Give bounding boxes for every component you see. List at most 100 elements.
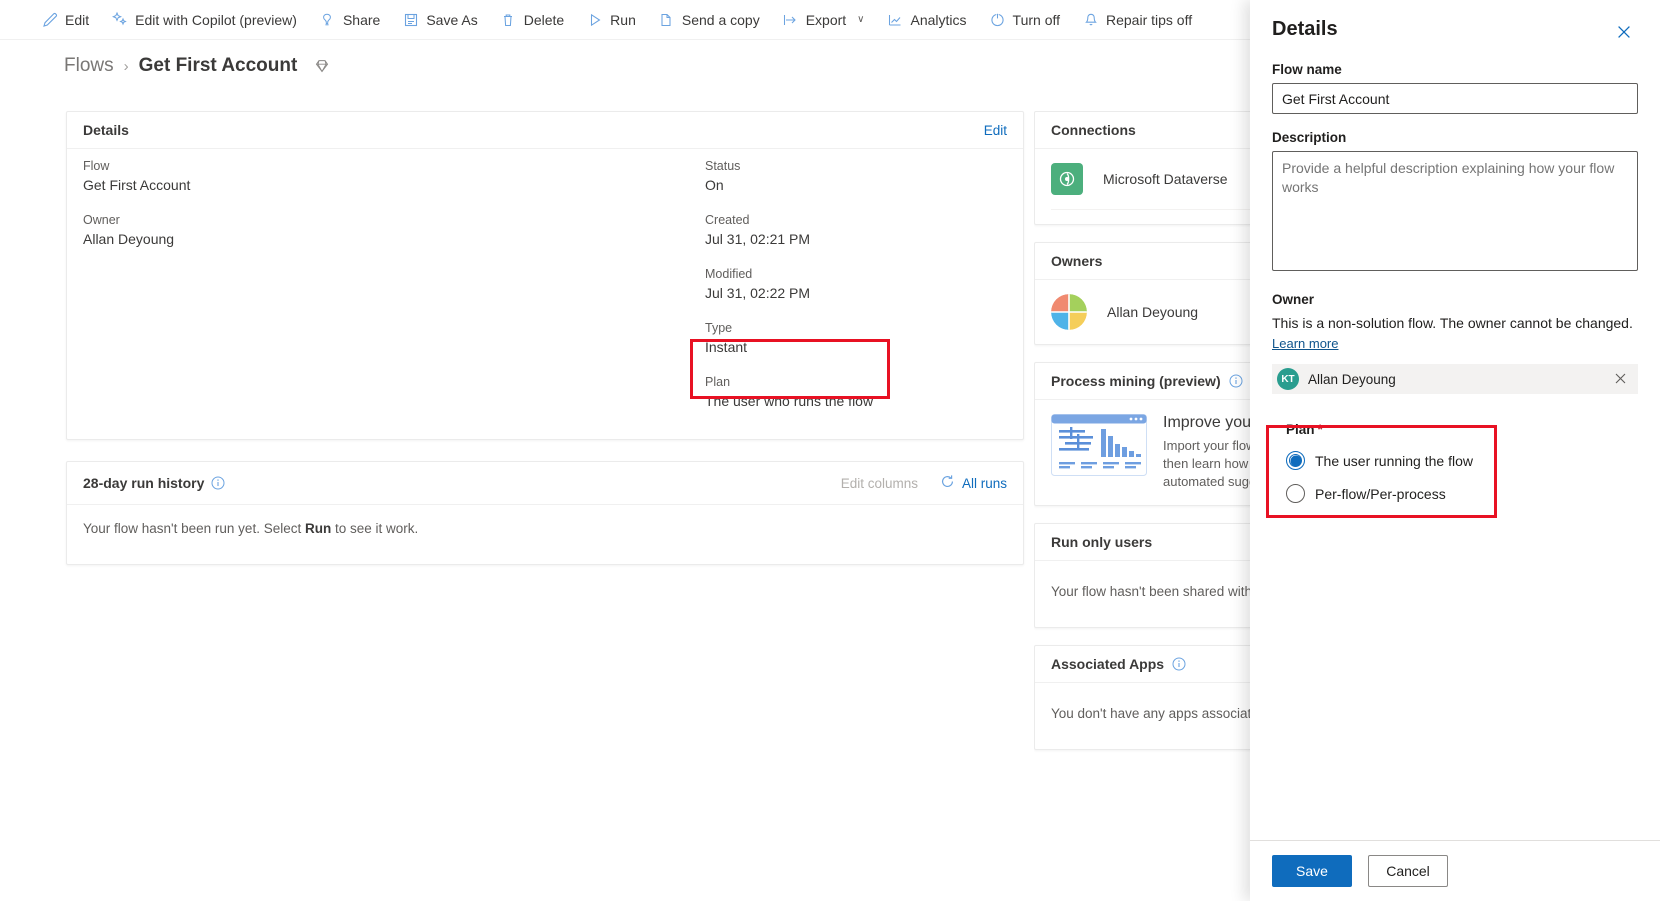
info-icon[interactable]: [1172, 657, 1186, 671]
details-field-created-label: Created: [705, 213, 750, 227]
details-field-flow: Flow Get First Account: [83, 159, 623, 193]
connection-row[interactable]: Microsoft Dataverse: [1051, 163, 1252, 210]
all-runs-label: All runs: [961, 475, 1007, 491]
dataverse-icon: [1051, 163, 1083, 195]
connections-card-body: Microsoft Dataverse: [1035, 149, 1252, 224]
toolbar-analytics-button[interactable]: Analytics: [876, 0, 978, 40]
copilot-icon: [111, 11, 128, 28]
info-icon[interactable]: [1229, 374, 1243, 388]
connections-card-title: Connections: [1051, 122, 1136, 138]
breadcrumb-separator: ›: [123, 57, 129, 75]
toolbar-share-button[interactable]: Share: [308, 0, 391, 40]
details-right-column: Status On Created Jul 31, 02:21 PM Modif…: [705, 159, 1005, 429]
details-field-type-label: Type: [705, 321, 733, 335]
play-icon: [586, 11, 603, 28]
run-only-users-card-title: Run only users: [1051, 534, 1153, 550]
details-field-status: Status On: [705, 159, 1005, 193]
toolbar-save-as-button[interactable]: Save As: [391, 0, 488, 40]
details-field-owner-label: Owner: [83, 213, 120, 227]
copy-icon: [658, 11, 675, 28]
run-history-actions: Edit columns All runs: [841, 474, 1007, 492]
plan-group: Plan * The user running the flow Per-flow…: [1272, 410, 1638, 517]
save-button[interactable]: Save: [1272, 855, 1352, 887]
toolbar-share-label: Share: [342, 11, 381, 28]
toolbar-turn-off-button[interactable]: Turn off: [978, 0, 1071, 40]
details-field-created-value: Jul 31, 02:21 PM: [705, 231, 811, 247]
plan-option-user-running[interactable]: The user running the flow: [1286, 451, 1624, 470]
toolbar-edit-button[interactable]: Edit: [30, 0, 100, 40]
toolbar-save-as-label: Save As: [426, 11, 478, 28]
owners-card-body: Allan Deyoung: [1035, 280, 1252, 344]
side-cards-column: Connections Microsoft Dataverse Owners A…: [1034, 111, 1252, 791]
owner-name: Allan Deyoung: [1107, 304, 1199, 320]
connection-name: Microsoft Dataverse: [1103, 171, 1228, 187]
owners-card: Owners Allan Deyoung: [1034, 242, 1252, 345]
share-icon: [319, 11, 336, 28]
process-mining-description: Import your flow into a process, then le…: [1163, 438, 1252, 489]
associated-apps-card-title: Associated Apps: [1051, 656, 1165, 672]
run-only-users-empty-text: Your flow hasn't been shared with anyone…: [1051, 584, 1252, 599]
cancel-button[interactable]: Cancel: [1368, 855, 1448, 887]
learn-more-link[interactable]: Learn more: [1272, 336, 1338, 351]
connections-card: Connections Microsoft Dataverse: [1034, 111, 1252, 225]
run-history-empty-state: Your flow hasn't been run yet. Select Ru…: [67, 505, 1023, 552]
page-root: Edit Edit with Copilot (preview) Share S…: [0, 0, 1660, 901]
toolbar-delete-button[interactable]: Delete: [489, 0, 575, 40]
run-history-header: 28-day run history Edit columns All runs: [67, 462, 1023, 505]
associated-apps-card: Associated Apps You don't have any apps …: [1034, 645, 1252, 750]
radio-unselected-icon[interactable]: [1286, 484, 1305, 503]
breadcrumb-flows-link[interactable]: Flows: [64, 55, 114, 77]
run-only-users-card-body: Your flow hasn't been shared with anyone…: [1035, 561, 1252, 627]
associated-apps-card-body: You don't have any apps associated.: [1035, 683, 1252, 749]
plan-required-marker: *: [1317, 422, 1323, 437]
connections-card-header: Connections: [1035, 112, 1252, 149]
flyout-header: Details: [1250, 0, 1660, 46]
toolbar-turn-off-label: Turn off: [1012, 11, 1060, 28]
page-title: Get First Account: [138, 55, 298, 76]
close-icon[interactable]: [1610, 18, 1638, 46]
toolbar-repair-tips-button[interactable]: Repair tips off: [1071, 0, 1203, 40]
info-icon[interactable]: [211, 476, 225, 490]
toolbar-export-button[interactable]: Export ∨: [771, 0, 876, 40]
associated-apps-empty-text: You don't have any apps associated.: [1051, 706, 1252, 721]
edit-columns-button[interactable]: Edit columns: [841, 476, 918, 491]
details-edit-link[interactable]: Edit: [984, 123, 1007, 138]
description-textarea[interactable]: [1272, 151, 1638, 271]
owners-card-title: Owners: [1051, 253, 1103, 269]
toolbar-edit-label: Edit: [65, 11, 90, 28]
owner-row[interactable]: Allan Deyoung: [1051, 294, 1252, 330]
details-field-owner: Owner Allan Deyoung: [83, 213, 623, 247]
toolbar-analytics-label: Analytics: [910, 11, 967, 28]
flyout-footer: Save Cancel: [1250, 840, 1660, 901]
toolbar-run-button[interactable]: Run: [575, 0, 647, 40]
radio-selected-icon[interactable]: [1286, 451, 1305, 470]
details-card-title: Details: [83, 122, 129, 138]
associated-apps-card-header: Associated Apps: [1035, 646, 1252, 683]
toolbar-repair-tips-label: Repair tips off: [1106, 11, 1193, 28]
plan-option-per-flow[interactable]: Per-flow/Per-process: [1286, 484, 1624, 503]
run-history-empty-prefix: Your flow hasn't been run yet. Select: [83, 521, 305, 536]
plan-option-user-running-label: The user running the flow: [1315, 452, 1473, 469]
persona-name: Allan Deyoung: [1308, 371, 1396, 387]
persona-avatar: KT: [1277, 368, 1299, 390]
toolbar-send-a-copy-button[interactable]: Send a copy: [647, 0, 771, 40]
details-flyout-panel: Details Flow name Description Owner This…: [1250, 0, 1660, 901]
all-runs-button[interactable]: All runs: [940, 474, 1007, 492]
plan-label-text: Plan: [1286, 422, 1315, 437]
toolbar-send-a-copy-label: Send a copy: [681, 11, 760, 28]
details-field-status-label: Status: [705, 159, 741, 173]
run-only-users-card-header: Run only users: [1035, 524, 1252, 561]
owner-label: Owner: [1272, 292, 1315, 307]
analytics-icon: [887, 11, 904, 28]
persona-remove-icon[interactable]: [1615, 371, 1632, 387]
premium-gem-icon: [313, 57, 331, 75]
flow-name-label: Flow name: [1272, 62, 1342, 77]
flow-name-input[interactable]: [1272, 83, 1638, 114]
command-toolbar: Edit Edit with Copilot (preview) Share S…: [0, 0, 1250, 40]
bell-icon: [1082, 11, 1099, 28]
details-field-plan-label: Plan: [705, 375, 731, 389]
description-label: Description: [1272, 130, 1347, 145]
toolbar-delete-label: Delete: [523, 11, 565, 28]
export-icon: [782, 11, 799, 28]
toolbar-edit-with-copilot-button[interactable]: Edit with Copilot (preview): [100, 0, 308, 40]
